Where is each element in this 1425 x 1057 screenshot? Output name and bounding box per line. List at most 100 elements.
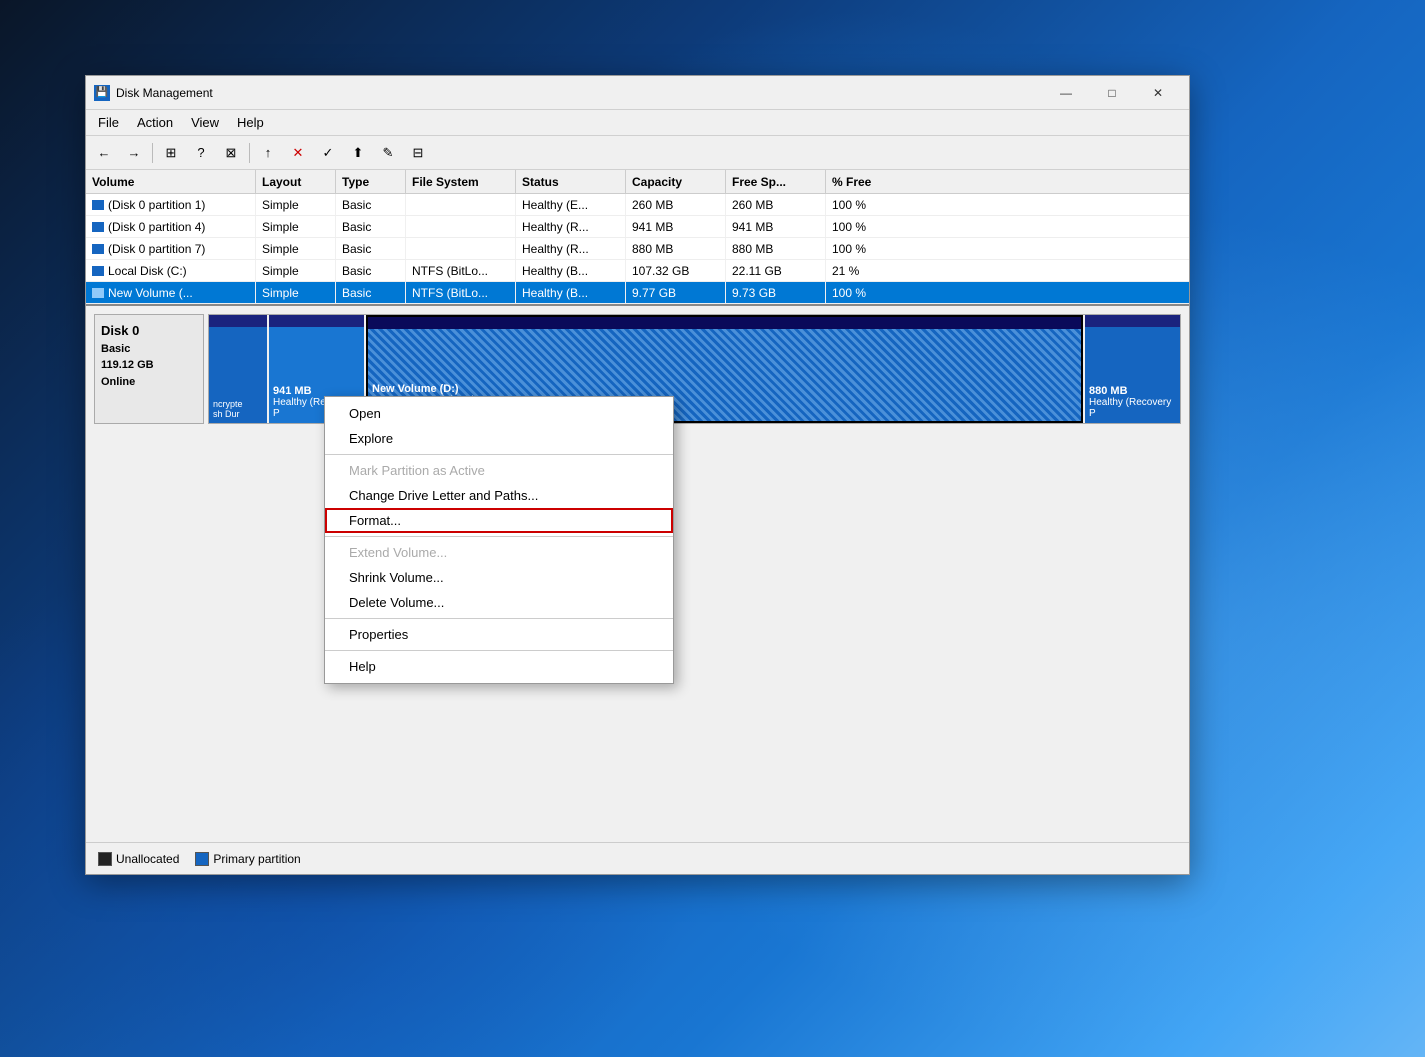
titlebar-controls: — □ ✕: [1043, 76, 1181, 110]
menu-help[interactable]: Help: [229, 113, 272, 132]
td-capacity-2: 880 MB: [626, 238, 726, 259]
col-header-capacity: Capacity: [626, 170, 726, 193]
ctx-sep-2: [325, 536, 673, 537]
td-type-0: Basic: [336, 194, 406, 215]
menubar: File Action View Help: [86, 110, 1189, 136]
ctx-explore[interactable]: Explore: [325, 426, 673, 451]
legend-label-unallocated: Unallocated: [116, 852, 179, 866]
td-type-2: Basic: [336, 238, 406, 259]
partition-top-bar-0: [209, 315, 267, 327]
toolbar-btn-10[interactable]: ✎: [374, 140, 402, 166]
toolbar-btn-8[interactable]: ✓: [314, 140, 342, 166]
volume-icon-2: [92, 244, 104, 254]
volume-icon-4: [92, 288, 104, 298]
disk-management-window: 💾 Disk Management — □ ✕ File Action View…: [85, 75, 1190, 875]
menu-view[interactable]: View: [183, 113, 227, 132]
ctx-sep-3: [325, 618, 673, 619]
td-status-0: Healthy (E...: [516, 194, 626, 215]
col-header-layout: Layout: [256, 170, 336, 193]
td-type-3: Basic: [336, 260, 406, 281]
disk-info: Disk 0 Basic 119.12 GB Online: [94, 314, 204, 424]
table-header: Volume Layout Type File System Status Ca…: [86, 170, 1189, 194]
window-title: Disk Management: [116, 86, 1043, 100]
toolbar-btn-5[interactable]: ⊠: [217, 140, 245, 166]
td-volume-2: (Disk 0 partition 7): [86, 238, 256, 259]
col-header-status: Status: [516, 170, 626, 193]
td-freesp-0: 260 MB: [726, 194, 826, 215]
toolbar-btn-6[interactable]: ↑: [254, 140, 282, 166]
disk-status: Online: [101, 374, 197, 391]
ctx-open[interactable]: Open: [325, 401, 673, 426]
td-freesp-2: 880 MB: [726, 238, 826, 259]
toolbar-sep-1: [152, 143, 153, 163]
td-status-3: Healthy (B...: [516, 260, 626, 281]
ctx-properties[interactable]: Properties: [325, 622, 673, 647]
toolbar-btn-11[interactable]: ⊟: [404, 140, 432, 166]
toolbar-forward[interactable]: →: [120, 140, 148, 166]
ctx-format[interactable]: Format...: [325, 508, 673, 533]
td-status-1: Healthy (R...: [516, 216, 626, 237]
legend-box-unallocated: [98, 852, 112, 866]
ctx-mark-partition: Mark Partition as Active: [325, 458, 673, 483]
td-volume-0: (Disk 0 partition 1): [86, 194, 256, 215]
td-fs-1: [406, 216, 516, 237]
td-freesp-1: 941 MB: [726, 216, 826, 237]
ctx-help[interactable]: Help: [325, 654, 673, 679]
maximize-button[interactable]: □: [1089, 76, 1135, 110]
minimize-button[interactable]: —: [1043, 76, 1089, 110]
partition-top-bar-3: [1085, 315, 1180, 327]
td-volume-3: Local Disk (C:): [86, 260, 256, 281]
td-freesp-3: 22.11 GB: [726, 260, 826, 281]
td-pctfree-4: 100 %: [826, 282, 906, 303]
td-fs-2: [406, 238, 516, 259]
td-pctfree-3: 21 %: [826, 260, 906, 281]
table-row[interactable]: (Disk 0 partition 4) Simple Basic Health…: [86, 216, 1189, 238]
partition-3[interactable]: 880 MB Healthy (Recovery P: [1085, 315, 1180, 423]
td-volume-1: (Disk 0 partition 4): [86, 216, 256, 237]
td-layout-3: Simple: [256, 260, 336, 281]
menu-file[interactable]: File: [90, 113, 127, 132]
table-row[interactable]: Local Disk (C:) Simple Basic NTFS (BitLo…: [86, 260, 1189, 282]
col-header-freesp: Free Sp...: [726, 170, 826, 193]
menu-action[interactable]: Action: [129, 113, 181, 132]
table-row[interactable]: (Disk 0 partition 1) Simple Basic Health…: [86, 194, 1189, 216]
td-layout-2: Simple: [256, 238, 336, 259]
window-icon: 💾: [94, 85, 110, 101]
td-pctfree-1: 100 %: [826, 216, 906, 237]
td-pctfree-2: 100 %: [826, 238, 906, 259]
partition-label-3: 880 MB Healthy (Recovery P: [1089, 371, 1176, 419]
disk-size: 119.12 GB: [101, 357, 197, 374]
partition-label-0: ncryptesh Dur: [213, 385, 263, 419]
legend-unallocated: Unallocated: [98, 852, 179, 866]
table-row[interactable]: New Volume (... Simple Basic NTFS (BitLo…: [86, 282, 1189, 304]
td-status-2: Healthy (R...: [516, 238, 626, 259]
toolbar-btn-9[interactable]: ⬆: [344, 140, 372, 166]
context-menu: Open Explore Mark Partition as Active Ch…: [324, 396, 674, 684]
ctx-delete[interactable]: Delete Volume...: [325, 590, 673, 615]
ctx-shrink[interactable]: Shrink Volume...: [325, 565, 673, 590]
col-header-pctfree: % Free: [826, 170, 906, 193]
td-status-4: Healthy (B...: [516, 282, 626, 303]
toolbar-back[interactable]: ←: [90, 140, 118, 166]
partition-0[interactable]: ncryptesh Dur: [209, 315, 267, 423]
td-capacity-0: 260 MB: [626, 194, 726, 215]
toolbar-btn-4[interactable]: ?: [187, 140, 215, 166]
table-row[interactable]: (Disk 0 partition 7) Simple Basic Health…: [86, 238, 1189, 260]
titlebar: 💾 Disk Management — □ ✕: [86, 76, 1189, 110]
toolbar-btn-7[interactable]: ✕: [284, 140, 312, 166]
td-freesp-4: 9.73 GB: [726, 282, 826, 303]
ctx-sep-4: [325, 650, 673, 651]
td-type-4: Basic: [336, 282, 406, 303]
td-fs-4: NTFS (BitLo...: [406, 282, 516, 303]
td-volume-4: New Volume (...: [86, 282, 256, 303]
ctx-change-drive[interactable]: Change Drive Letter and Paths...: [325, 483, 673, 508]
volume-icon-3: [92, 266, 104, 276]
volume-icon-1: [92, 222, 104, 232]
td-capacity-1: 941 MB: [626, 216, 726, 237]
legend: Unallocated Primary partition: [86, 842, 1189, 874]
td-layout-1: Simple: [256, 216, 336, 237]
ctx-extend: Extend Volume...: [325, 540, 673, 565]
close-button[interactable]: ✕: [1135, 76, 1181, 110]
toolbar-btn-3[interactable]: ⊞: [157, 140, 185, 166]
td-capacity-3: 107.32 GB: [626, 260, 726, 281]
